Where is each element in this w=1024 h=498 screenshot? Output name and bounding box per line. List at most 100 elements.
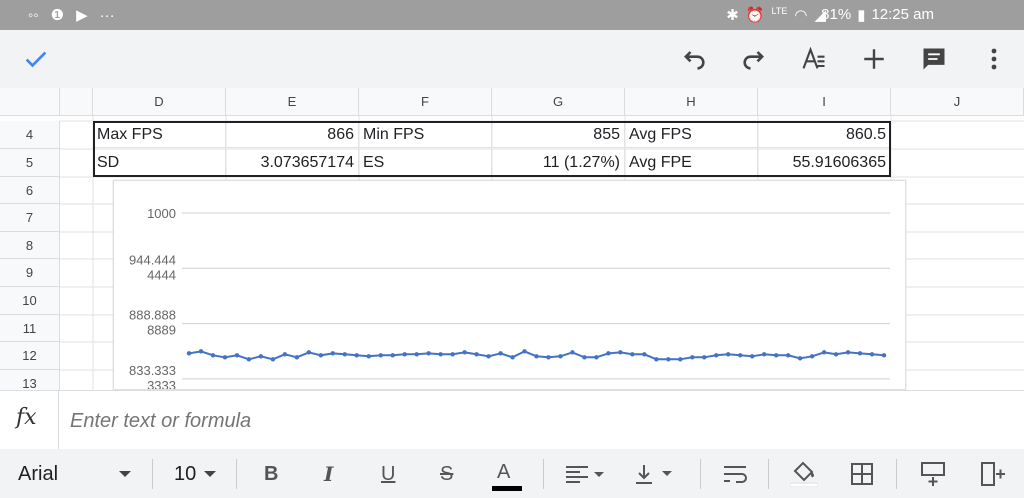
underline-icon: U (381, 462, 396, 485)
cell-f4[interactable]: Min FPS (359, 121, 492, 148)
formula-input[interactable] (68, 403, 972, 439)
cell-e4[interactable]: 866 (226, 121, 359, 148)
cell-h4[interactable]: Avg FPS (625, 121, 758, 148)
row-header-11[interactable]: 11 (0, 315, 60, 342)
bold-icon: B (264, 462, 279, 485)
comment-icon[interactable] (918, 43, 950, 75)
data-point (797, 356, 803, 361)
y-tick-label: 8889 (147, 323, 176, 338)
check-icon[interactable] (22, 45, 50, 73)
clock: 12:25 am (871, 6, 934, 23)
alert-icon: ❶ (50, 7, 65, 24)
text-format-icon[interactable] (798, 43, 830, 75)
bluetooth-icon: ✱ (726, 7, 739, 24)
data-point (594, 355, 599, 360)
row-header-10[interactable]: 10 (0, 287, 60, 315)
data-point (462, 350, 467, 355)
data-point (738, 353, 743, 358)
data-point (785, 353, 791, 358)
y-tick-label: 944.444 (129, 252, 176, 267)
row-header-6[interactable]: 6 (0, 177, 60, 204)
wrap-text-icon (724, 466, 747, 483)
formula-divider (58, 391, 59, 449)
data-point (881, 353, 887, 358)
strikethrough-icon: S (440, 462, 454, 485)
row-header-8[interactable]: 8 (0, 232, 60, 259)
column-header-blank[interactable] (60, 88, 93, 116)
cell-g5[interactable]: 11 (1.27%) (492, 149, 625, 176)
cell-f5[interactable]: ES (359, 149, 492, 176)
font-family-select[interactable]: Arial (18, 461, 58, 487)
font-size-select[interactable]: 10 (174, 461, 196, 487)
underline-button[interactable]: U (381, 461, 395, 487)
more-notifications-icon: ··· (99, 6, 115, 24)
wrap-text-button[interactable] (722, 461, 748, 487)
data-point (809, 354, 815, 359)
text-color-button[interactable]: A (497, 461, 510, 487)
data-point (666, 357, 671, 362)
column-header-e[interactable]: E (226, 88, 359, 116)
undo-icon[interactable] (678, 43, 710, 75)
strikethrough-button[interactable]: S (440, 461, 453, 487)
separator (152, 459, 153, 489)
data-point (821, 350, 827, 355)
row-header-4[interactable]: 4 (0, 121, 60, 149)
row-header-7[interactable]: 7 (0, 204, 60, 232)
italic-button[interactable]: I (324, 461, 333, 487)
size-dropdown-icon[interactable] (203, 461, 217, 487)
font-size-value: 10 (174, 462, 197, 485)
fill-color-button[interactable] (790, 461, 818, 487)
row-header-5[interactable]: 5 (0, 149, 60, 177)
text-color-icon: A (497, 461, 511, 483)
font-dropdown-icon[interactable] (118, 461, 132, 487)
cell-i5[interactable]: 55.91606365 (758, 149, 891, 176)
data-point (498, 351, 503, 356)
data-point (354, 353, 359, 358)
column-header-g[interactable]: G (492, 88, 625, 116)
network-label: LTE (771, 6, 788, 16)
column-header-j[interactable]: J (891, 88, 1024, 116)
data-point (726, 352, 731, 357)
separator (768, 459, 769, 489)
data-point (606, 351, 611, 356)
data-point (618, 350, 623, 355)
insert-column-button[interactable] (980, 461, 1006, 487)
align-left-icon (566, 466, 604, 483)
bold-button[interactable]: B (264, 461, 278, 487)
column-header-f[interactable]: F (359, 88, 492, 116)
separator (236, 459, 237, 489)
align-vertical-button[interactable] (634, 461, 678, 487)
add-icon[interactable] (858, 43, 890, 75)
data-point (378, 353, 383, 358)
align-horizontal-button[interactable] (564, 461, 608, 487)
cell-g4[interactable]: 855 (492, 121, 625, 148)
row-header-12[interactable]: 12 (0, 342, 60, 370)
corner-cell[interactable] (0, 88, 60, 116)
data-point (330, 351, 335, 356)
embedded-chart[interactable]: 1000944.4444444888.8888889833.3333333777… (113, 180, 906, 390)
row-header-13[interactable]: 13 (0, 370, 60, 390)
data-point (761, 352, 767, 357)
cell-d4[interactable]: Max FPS (93, 121, 226, 148)
data-point (246, 357, 252, 362)
separator (896, 459, 897, 489)
row-header-9[interactable]: 9 (0, 259, 60, 287)
more-vert-icon[interactable] (978, 43, 1010, 75)
data-point (582, 355, 587, 360)
cell-h5[interactable]: Avg FPE (625, 149, 758, 176)
borders-button[interactable] (850, 461, 874, 487)
cell-d5[interactable]: SD (93, 149, 226, 176)
column-header-i[interactable]: I (758, 88, 891, 116)
data-point (438, 352, 443, 357)
data-point (486, 354, 491, 359)
column-header-d[interactable]: D (93, 88, 226, 116)
insert-row-button[interactable] (920, 461, 946, 487)
paint-bucket-icon (790, 461, 818, 487)
redo-icon[interactable] (738, 43, 770, 75)
cell-i4[interactable]: 860.5 (758, 121, 891, 148)
fx-icon: fx (16, 405, 37, 430)
column-header-h[interactable]: H (625, 88, 758, 116)
cell-e5[interactable]: 3.073657174 (226, 149, 359, 176)
voicemail-icon: ◦◦ (28, 6, 39, 24)
data-point (474, 352, 479, 357)
